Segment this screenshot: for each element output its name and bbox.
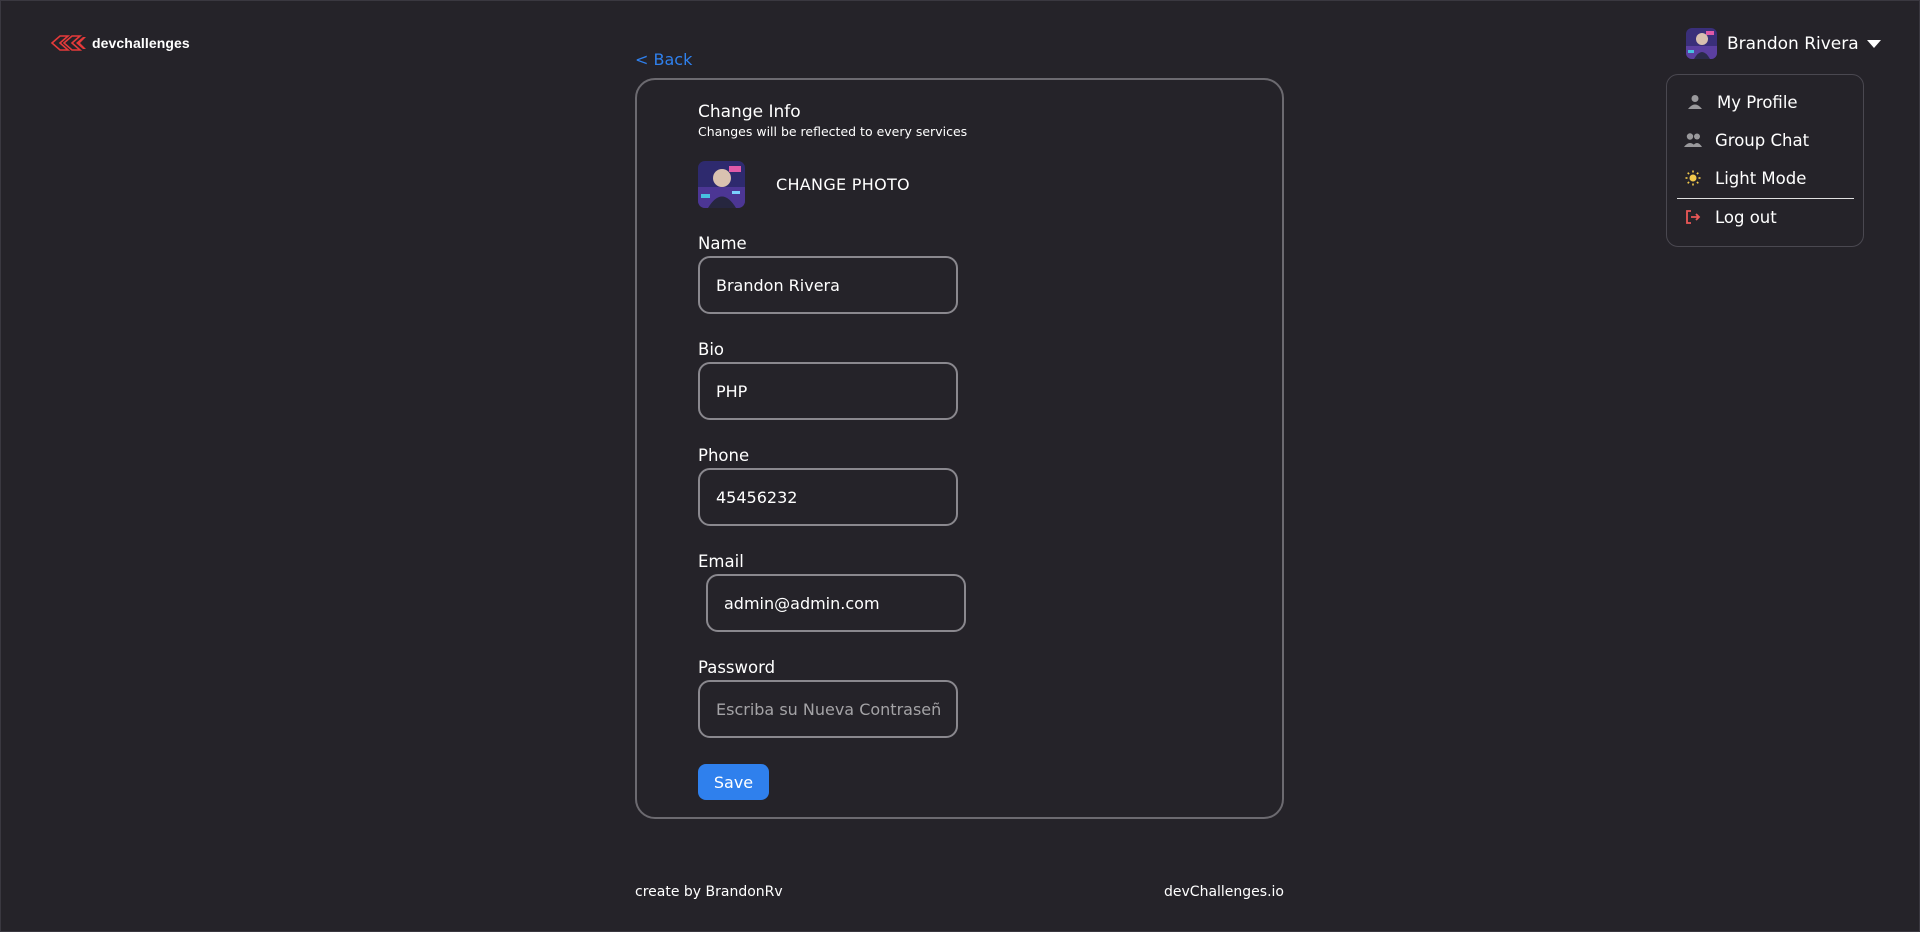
avatar-image (1686, 28, 1717, 59)
save-button[interactable]: Save (698, 764, 769, 800)
user-name: Brandon Rivera (1727, 33, 1859, 54)
page-subtitle: Changes will be reflected to every servi… (698, 124, 968, 139)
menu-item-label: Light Mode (1715, 168, 1807, 188)
user-menu-trigger[interactable]: Brandon Rivera (1686, 28, 1881, 59)
password-label: Password (698, 658, 776, 677)
avatar (1686, 28, 1717, 59)
change-info-card: Change Info Changes will be reflected to… (635, 78, 1284, 819)
sun-icon (1683, 168, 1703, 188)
menu-item-light-mode[interactable]: Light Mode (1683, 168, 1806, 188)
user-dropdown-menu: My Profile Group Chat Light Mode Log out (1666, 74, 1864, 247)
email-field[interactable] (706, 574, 966, 632)
brand-name: devchallenges (92, 35, 190, 51)
password-field[interactable] (698, 680, 958, 738)
profile-photo-image (698, 161, 745, 208)
menu-item-label: My Profile (1717, 92, 1798, 112)
menu-item-my-profile[interactable]: My Profile (1685, 92, 1798, 112)
footer-credit: create by BrandonRv (635, 884, 783, 900)
email-label: Email (698, 552, 744, 571)
caret-down-icon (1866, 39, 1881, 48)
back-link[interactable]: < Back (635, 50, 692, 69)
devchallenges-logo-icon (50, 35, 86, 51)
phone-field[interactable] (698, 468, 958, 526)
change-photo-button[interactable]: CHANGE PHOTO (776, 175, 910, 194)
menu-item-label: Log out (1715, 207, 1777, 227)
menu-item-label: Group Chat (1715, 130, 1810, 150)
group-icon (1683, 130, 1703, 150)
profile-photo[interactable] (698, 161, 745, 208)
bio-label: Bio (698, 340, 724, 359)
name-label: Name (698, 234, 747, 253)
phone-label: Phone (698, 446, 750, 465)
page-title: Change Info (698, 102, 801, 122)
logout-icon (1683, 207, 1703, 227)
menu-item-logout[interactable]: Log out (1683, 207, 1777, 227)
bio-field[interactable] (698, 362, 958, 420)
name-field[interactable] (698, 256, 958, 314)
person-icon (1685, 92, 1705, 112)
menu-item-group-chat[interactable]: Group Chat (1683, 130, 1809, 150)
footer-site-link[interactable]: devChallenges.io (1164, 884, 1284, 900)
menu-divider (1677, 198, 1854, 199)
brand-logo[interactable]: devchallenges (50, 33, 190, 53)
